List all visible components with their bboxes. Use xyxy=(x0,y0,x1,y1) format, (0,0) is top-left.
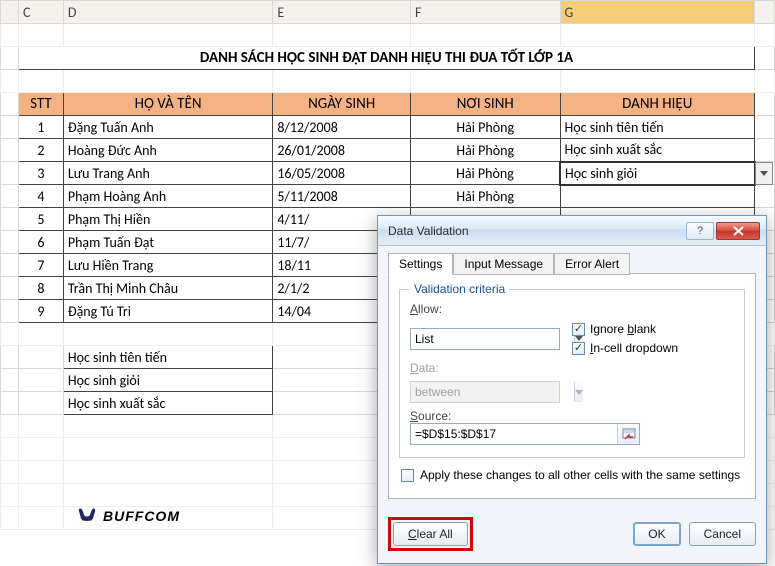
table-cell[interactable]: 16/05/2008 xyxy=(273,162,411,185)
clear-all-highlight: Clear All xyxy=(388,517,473,551)
table-cell[interactable]: 26/01/2008 xyxy=(273,139,411,162)
chevron-down-icon xyxy=(760,171,768,176)
table-cell[interactable]: Hải Phòng xyxy=(410,139,560,162)
table-cell[interactable]: 6 xyxy=(18,231,63,254)
apply-all-label: Apply these changes to all other cells w… xyxy=(420,468,740,482)
table-cell[interactable]: Hoàng Đức Anh xyxy=(63,139,272,162)
table-cell[interactable] xyxy=(560,185,755,208)
close-icon xyxy=(733,226,744,236)
range-picker-button[interactable] xyxy=(617,424,639,444)
table-cell[interactable]: 1 xyxy=(18,116,63,139)
allow-label: Allow: xyxy=(410,302,734,316)
data-label: Data: xyxy=(410,361,734,375)
table-cell[interactable]: Đặng Tú Tri xyxy=(63,300,272,323)
clear-all-button[interactable]: Clear All xyxy=(393,522,468,546)
th-name: HỌ VÀ TÊN xyxy=(63,93,272,116)
data-validation-dialog: Data Validation ? Settings Input Message… xyxy=(377,215,767,564)
tab-pane-settings: Validation criteria Allow: Ignore blank … xyxy=(388,273,756,499)
table-cell[interactable]: Đặng Tuấn Anh xyxy=(63,116,272,139)
table-cell[interactable]: Hải Phòng xyxy=(410,185,560,208)
checkbox-icon xyxy=(572,342,585,355)
th-dob: NGÀY SINH xyxy=(273,93,411,116)
source-list-item[interactable]: Học sinh giỏi xyxy=(63,369,272,392)
checkbox-icon xyxy=(401,469,414,482)
source-value[interactable] xyxy=(411,424,617,444)
allow-value[interactable] xyxy=(411,329,574,349)
range-picker-icon xyxy=(622,428,636,441)
table-cell[interactable]: Học sinh tiên tiến xyxy=(560,116,755,139)
incell-dropdown-checkbox[interactable]: In-cell dropdown xyxy=(572,341,678,355)
col-header-edge[interactable] xyxy=(755,1,775,24)
table-cell[interactable]: 7 xyxy=(18,254,63,277)
dialog-titlebar[interactable]: Data Validation ? xyxy=(378,216,766,246)
table-cell[interactable]: Phạm Tuấn Đạt xyxy=(63,231,272,254)
col-header-blank[interactable] xyxy=(1,1,19,24)
table-cell[interactable]: 5 xyxy=(18,208,63,231)
source-list-item[interactable]: Học sinh tiên tiến xyxy=(63,346,272,369)
dialog-tabs: Settings Input Message Error Alert xyxy=(388,252,756,274)
th-award: DANH HIỆU xyxy=(560,93,755,116)
data-combobox xyxy=(410,381,560,403)
table-cell[interactable]: 2 xyxy=(18,139,63,162)
table-cell[interactable]: 3 xyxy=(18,162,63,185)
table-cell[interactable]: 9 xyxy=(18,300,63,323)
table-cell[interactable]: Lưu Trang Anh xyxy=(63,162,272,185)
col-header-E[interactable]: E xyxy=(273,1,411,24)
sheet-title: DANH SÁCH HỌC SINH ĐẠT DANH HIỆU THI ĐUA… xyxy=(18,47,754,70)
data-value xyxy=(411,382,574,402)
source-label: Source: xyxy=(410,409,734,423)
table-cell[interactable]: Hải Phòng xyxy=(410,116,560,139)
logo-text: BUFFCOM xyxy=(103,508,180,524)
table-cell[interactable]: Học sinh xuất sắc xyxy=(560,139,755,162)
table-cell[interactable]: Phạm Hoàng Anh xyxy=(63,185,272,208)
tab-error-alert[interactable]: Error Alert xyxy=(554,253,630,275)
table-cell[interactable]: 8/12/2008 xyxy=(273,116,411,139)
tab-settings[interactable]: Settings xyxy=(388,253,453,275)
validation-criteria-group: Validation criteria Allow: Ignore blank … xyxy=(399,282,745,458)
active-cell[interactable]: Học sinh giỏi xyxy=(560,162,755,185)
ignore-blank-checkbox[interactable]: Ignore blank xyxy=(572,322,678,336)
table-cell[interactable]: Lưu Hiền Trang xyxy=(63,254,272,277)
col-header-C[interactable]: C xyxy=(18,1,63,24)
help-button[interactable]: ? xyxy=(686,222,714,240)
table-cell[interactable]: 5/11/2008 xyxy=(273,185,411,208)
table-cell[interactable]: Phạm Thị Hiền xyxy=(63,208,272,231)
bull-icon xyxy=(76,505,98,527)
ok-button[interactable]: OK xyxy=(633,522,680,546)
cell-dropdown-handle[interactable] xyxy=(755,162,773,185)
dialog-title: Data Validation xyxy=(388,224,684,238)
col-header-F[interactable]: F xyxy=(410,1,560,24)
checkbox-icon xyxy=(572,323,585,336)
table-cell[interactable]: Trần Thị Minh Châu xyxy=(63,277,272,300)
group-label: Validation criteria xyxy=(410,282,509,296)
buffcom-logo: BUFFCOM xyxy=(76,505,216,527)
col-header-D[interactable]: D xyxy=(63,1,272,24)
th-pob: NƠI SINH xyxy=(410,93,560,116)
col-header-G[interactable]: G xyxy=(560,1,755,24)
cell-value: Học sinh giỏi xyxy=(565,165,637,182)
apply-all-checkbox[interactable] xyxy=(401,469,414,482)
source-input[interactable] xyxy=(410,423,640,445)
allow-combobox[interactable] xyxy=(410,328,560,350)
table-cell[interactable]: Hải Phòng xyxy=(410,162,560,185)
source-list-item[interactable]: Học sinh xuất sắc xyxy=(63,392,272,415)
table-cell[interactable]: 4 xyxy=(18,185,63,208)
cancel-button[interactable]: Cancel xyxy=(689,522,756,546)
table-cell[interactable]: 8 xyxy=(18,277,63,300)
tab-input-message[interactable]: Input Message xyxy=(453,253,554,275)
chevron-down-icon xyxy=(574,382,583,402)
close-button[interactable] xyxy=(716,222,760,240)
th-stt: STT xyxy=(18,93,63,116)
